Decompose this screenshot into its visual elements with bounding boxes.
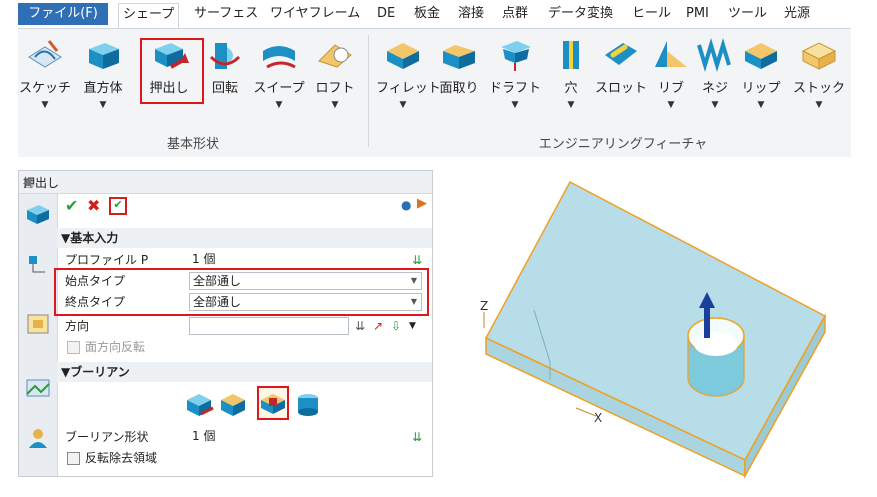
- info-icon[interactable]: ●: [401, 198, 411, 212]
- boolean-intersect-button[interactable]: [257, 386, 289, 420]
- rib-icon: [655, 41, 687, 67]
- slot-icon: [605, 43, 637, 65]
- revolve-button[interactable]: 回転: [198, 33, 252, 131]
- help-icon[interactable]: ▶: [417, 196, 427, 211]
- tab-heel[interactable]: ヒール: [628, 3, 675, 25]
- model-view: Z X: [480, 180, 827, 479]
- direction-field[interactable]: [189, 317, 349, 335]
- boolean-type-buttons: [185, 386, 335, 422]
- fillet-icon: [387, 43, 419, 69]
- direction-dropdown-icon[interactable]: ▼: [409, 316, 416, 336]
- direction-row: 方向 ⇊ ↗ ⇩ ▼: [57, 316, 432, 336]
- ok-icon[interactable]: ✔: [65, 196, 78, 215]
- user-icon[interactable]: [25, 426, 51, 450]
- tab-data-conversion[interactable]: データ変換: [544, 3, 617, 25]
- tab-pmi[interactable]: PMI: [682, 3, 713, 25]
- sketch-button[interactable]: スケッチ ▼: [18, 33, 72, 131]
- sweep-button[interactable]: スイープ ▼: [252, 33, 306, 131]
- box-button[interactable]: 直方体 ▼: [76, 33, 130, 131]
- stock-icon: [801, 42, 837, 70]
- section-boolean[interactable]: ▼ブーリアン: [57, 362, 432, 382]
- group-label-features: エンジニアリングフィーチャ: [538, 137, 708, 152]
- lip-icon: [745, 43, 777, 69]
- tab-shape[interactable]: シェープ: [118, 3, 180, 28]
- menu-bar: ファイル(F) シェープ サーフェス ワイヤフレーム DE 板金 溶接 点群 デ…: [18, 0, 851, 28]
- sweep-icon: [263, 46, 296, 69]
- boolean-shape-field[interactable]: 1 個: [189, 428, 422, 446]
- axis-z-label: Z: [480, 299, 488, 313]
- tab-file[interactable]: ファイル(F): [18, 3, 108, 25]
- tab-light[interactable]: 光源: [780, 3, 814, 25]
- boolean-pick-icon[interactable]: ⇊: [412, 427, 422, 447]
- panel-title-bar: 押出し ▣ ✕: [19, 171, 432, 194]
- profile-row: プロファイル P 1 個 ⇊: [57, 250, 432, 270]
- tree-icon[interactable]: [25, 254, 51, 278]
- panel-side-bar: [19, 194, 58, 476]
- boolean-base-icon[interactable]: [293, 390, 323, 418]
- stock-button[interactable]: ストック ▼: [792, 33, 846, 131]
- reverse-remove-checkbox[interactable]: [67, 452, 80, 465]
- boolean-add-icon[interactable]: [185, 390, 215, 418]
- tab-wireframe[interactable]: ワイヤフレーム: [266, 3, 364, 25]
- flip-face-checkbox[interactable]: [67, 341, 80, 354]
- direction-collapse-icon[interactable]: ⇊: [355, 316, 365, 336]
- highlight-extrude: [140, 38, 204, 104]
- slot-button[interactable]: スロット: [594, 33, 648, 131]
- draft-icon: [501, 41, 531, 71]
- boolean-remove-icon[interactable]: [219, 390, 249, 418]
- apply-icon[interactable]: ✔: [109, 197, 127, 215]
- view-icon[interactable]: [25, 376, 51, 400]
- cancel-icon[interactable]: ✖: [87, 196, 100, 215]
- loft-icon: [318, 44, 352, 68]
- loft-button[interactable]: ロフト ▼: [308, 33, 362, 131]
- extrude-side-icon[interactable]: [25, 202, 51, 226]
- hole-icon: [563, 41, 579, 69]
- tab-welding[interactable]: 溶接: [454, 3, 488, 25]
- thread-icon: [697, 38, 731, 72]
- extrude-panel: 押出し ▣ ✕ ✔ ✖ ✔ ● ▶ ▼基本入力 プロファイル P 1 個 ⇊ 始…: [18, 170, 433, 477]
- direction-flip-icon[interactable]: ↗: [373, 316, 383, 336]
- panel-content: ✔ ✖ ✔ ● ▶ ▼基本入力 プロファイル P 1 個 ⇊ 始点タイプ 全部通…: [57, 194, 432, 476]
- axis-x-label: X: [594, 411, 602, 425]
- revolve-icon: [209, 43, 241, 69]
- boolean-intersect-icon: [261, 394, 285, 414]
- model-viewport[interactable]: Z X: [470, 170, 870, 490]
- lip-button[interactable]: リップ ▼: [734, 33, 788, 131]
- chamfer-button[interactable]: 面取り: [432, 33, 486, 131]
- tab-de[interactable]: DE: [373, 3, 399, 25]
- direction-pick-icon[interactable]: ⇩: [391, 316, 401, 336]
- close-icon[interactable]: ✕: [23, 174, 426, 188]
- profile-pick-icon[interactable]: ⇊: [412, 250, 422, 270]
- tab-sheet-metal[interactable]: 板金: [410, 3, 444, 25]
- tab-surface[interactable]: サーフェス: [190, 3, 262, 25]
- draft-button[interactable]: ドラフト ▼: [488, 33, 542, 131]
- section-basic-input[interactable]: ▼基本入力: [57, 228, 432, 248]
- tab-point-cloud[interactable]: 点群: [498, 3, 532, 25]
- group-label-basic: 基本形状: [166, 137, 219, 152]
- reverse-remove-row: 反転除去領域: [57, 448, 432, 468]
- highlight-start-end-type: [54, 268, 429, 316]
- hole-button[interactable]: 穴 ▼: [544, 33, 598, 131]
- sketch-icon: [28, 40, 62, 68]
- boolean-shape-row: ブーリアン形状 1 個 ⇊: [57, 427, 432, 447]
- tab-tools[interactable]: ツール: [724, 3, 771, 25]
- hole-inner: [694, 332, 738, 356]
- fillet-button[interactable]: フィレット ▼: [376, 33, 441, 131]
- chamfer-icon: [443, 45, 475, 69]
- panel-toolbar: ✔ ✖ ✔ ● ▶: [59, 196, 432, 218]
- part-icon[interactable]: [25, 312, 51, 336]
- box-icon: [89, 43, 119, 69]
- x-axis-line: [575, 407, 597, 417]
- flip-face-row: 面方向反転: [57, 337, 432, 357]
- profile-field[interactable]: 1 個: [189, 251, 422, 269]
